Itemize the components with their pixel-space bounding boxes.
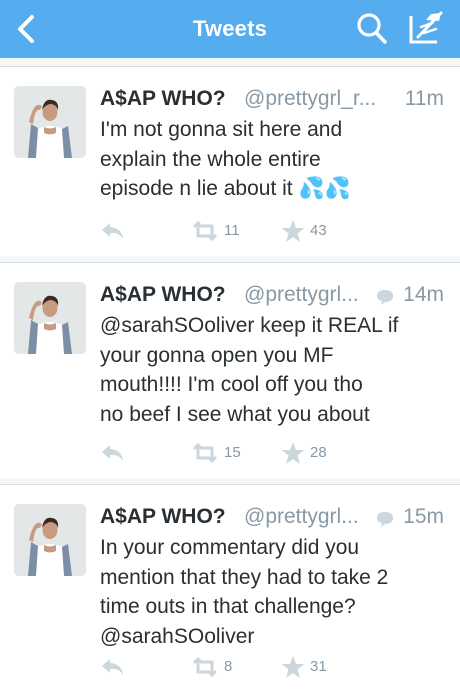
tweet-actions: 15 28 <box>100 441 360 465</box>
favorite-count: 28 <box>310 444 327 461</box>
reply-icon[interactable] <box>100 219 126 243</box>
tweet-header: A$AP WHO? @prettygrl_r... 11m <box>100 83 450 113</box>
tweet-text-line: In your commentary did you <box>100 536 360 559</box>
tweet-text-line: your gonna open you MF <box>100 343 334 367</box>
reply-icon[interactable] <box>100 441 126 465</box>
retweet-icon[interactable] <box>190 655 220 679</box>
tweet-card[interactable]: A$AP WHO? @prettygrl... 14m @sarahSOoliv… <box>0 262 460 480</box>
retweet-count: 15 <box>224 444 241 461</box>
favorite-star-icon[interactable] <box>280 441 306 465</box>
tweet-text: @sarahSOoliver keep it REAL if your gonn… <box>100 311 450 429</box>
tweet-card[interactable]: A$AP WHO? @prettygrl_r... 11m I'm not go… <box>0 66 460 258</box>
favorite-star-icon[interactable] <box>280 655 306 679</box>
user-handle[interactable]: @prettygrl... <box>244 505 359 529</box>
tweet-text-line: explain the whole entire <box>100 147 321 171</box>
tweet-card[interactable]: A$AP WHO? @prettygrl... 15m In your comm… <box>0 484 460 697</box>
retweet-icon[interactable] <box>190 219 220 243</box>
retweet-count: 8 <box>224 658 233 675</box>
display-name[interactable]: A$AP WHO? <box>100 283 226 307</box>
tweet-text-line: no beef I see what you about <box>100 402 370 426</box>
tweet-text: In your commentary did you mention that … <box>100 533 450 651</box>
tweet-header: A$AP WHO? @prettygrl... 15m <box>100 501 450 531</box>
tweet-header: A$AP WHO? @prettygrl... 14m <box>100 279 450 309</box>
timestamp: 15m <box>403 505 444 528</box>
retweet-count: 11 <box>224 222 240 239</box>
tweet-text: I'm not gonna sit here and explain the w… <box>100 115 450 204</box>
page-title: Tweets <box>192 16 268 41</box>
favorite-count: 43 <box>310 222 327 239</box>
timeline-gap <box>0 58 460 66</box>
tweet-actions: 8 31 <box>100 655 360 679</box>
tweet-text-line: mention that they had to take 2 <box>100 565 389 589</box>
tweet-actions: 11 43 <box>100 219 360 243</box>
conversation-bubble-icon <box>377 512 393 527</box>
tweet-text-line: @sarahSOoliver keep it REAL if <box>100 314 399 337</box>
user-handle[interactable]: @prettygrl... <box>244 283 359 307</box>
tweet-text-line: I'm not gonna sit here and <box>100 118 343 141</box>
favorite-count: 31 <box>310 658 327 675</box>
reply-icon[interactable] <box>100 655 126 679</box>
avatar[interactable] <box>14 282 86 354</box>
search-icon[interactable] <box>356 11 388 45</box>
display-name[interactable]: A$AP WHO? <box>100 505 226 529</box>
top-nav-bar: Tweets <box>0 0 460 58</box>
tweet-text-line: episode n lie about it 💦💦 <box>100 177 351 200</box>
tweet-text-line: mouth!!!! I'm cool off you tho <box>100 373 363 396</box>
user-handle[interactable]: @prettygrl_r... <box>244 87 376 111</box>
avatar[interactable] <box>14 86 86 158</box>
display-name[interactable]: A$AP WHO? <box>100 87 226 111</box>
retweet-icon[interactable] <box>190 441 220 465</box>
compose-quill-icon[interactable] <box>406 9 446 47</box>
conversation-bubble-icon <box>377 290 393 305</box>
favorite-star-icon[interactable] <box>280 219 306 243</box>
timestamp: 14m <box>403 283 444 306</box>
tweet-text-line: time outs in that challenge? <box>100 595 356 618</box>
timestamp: 11m <box>404 87 444 110</box>
avatar[interactable] <box>14 504 86 576</box>
tweet-text-line: @sarahSOoliver <box>100 624 255 648</box>
